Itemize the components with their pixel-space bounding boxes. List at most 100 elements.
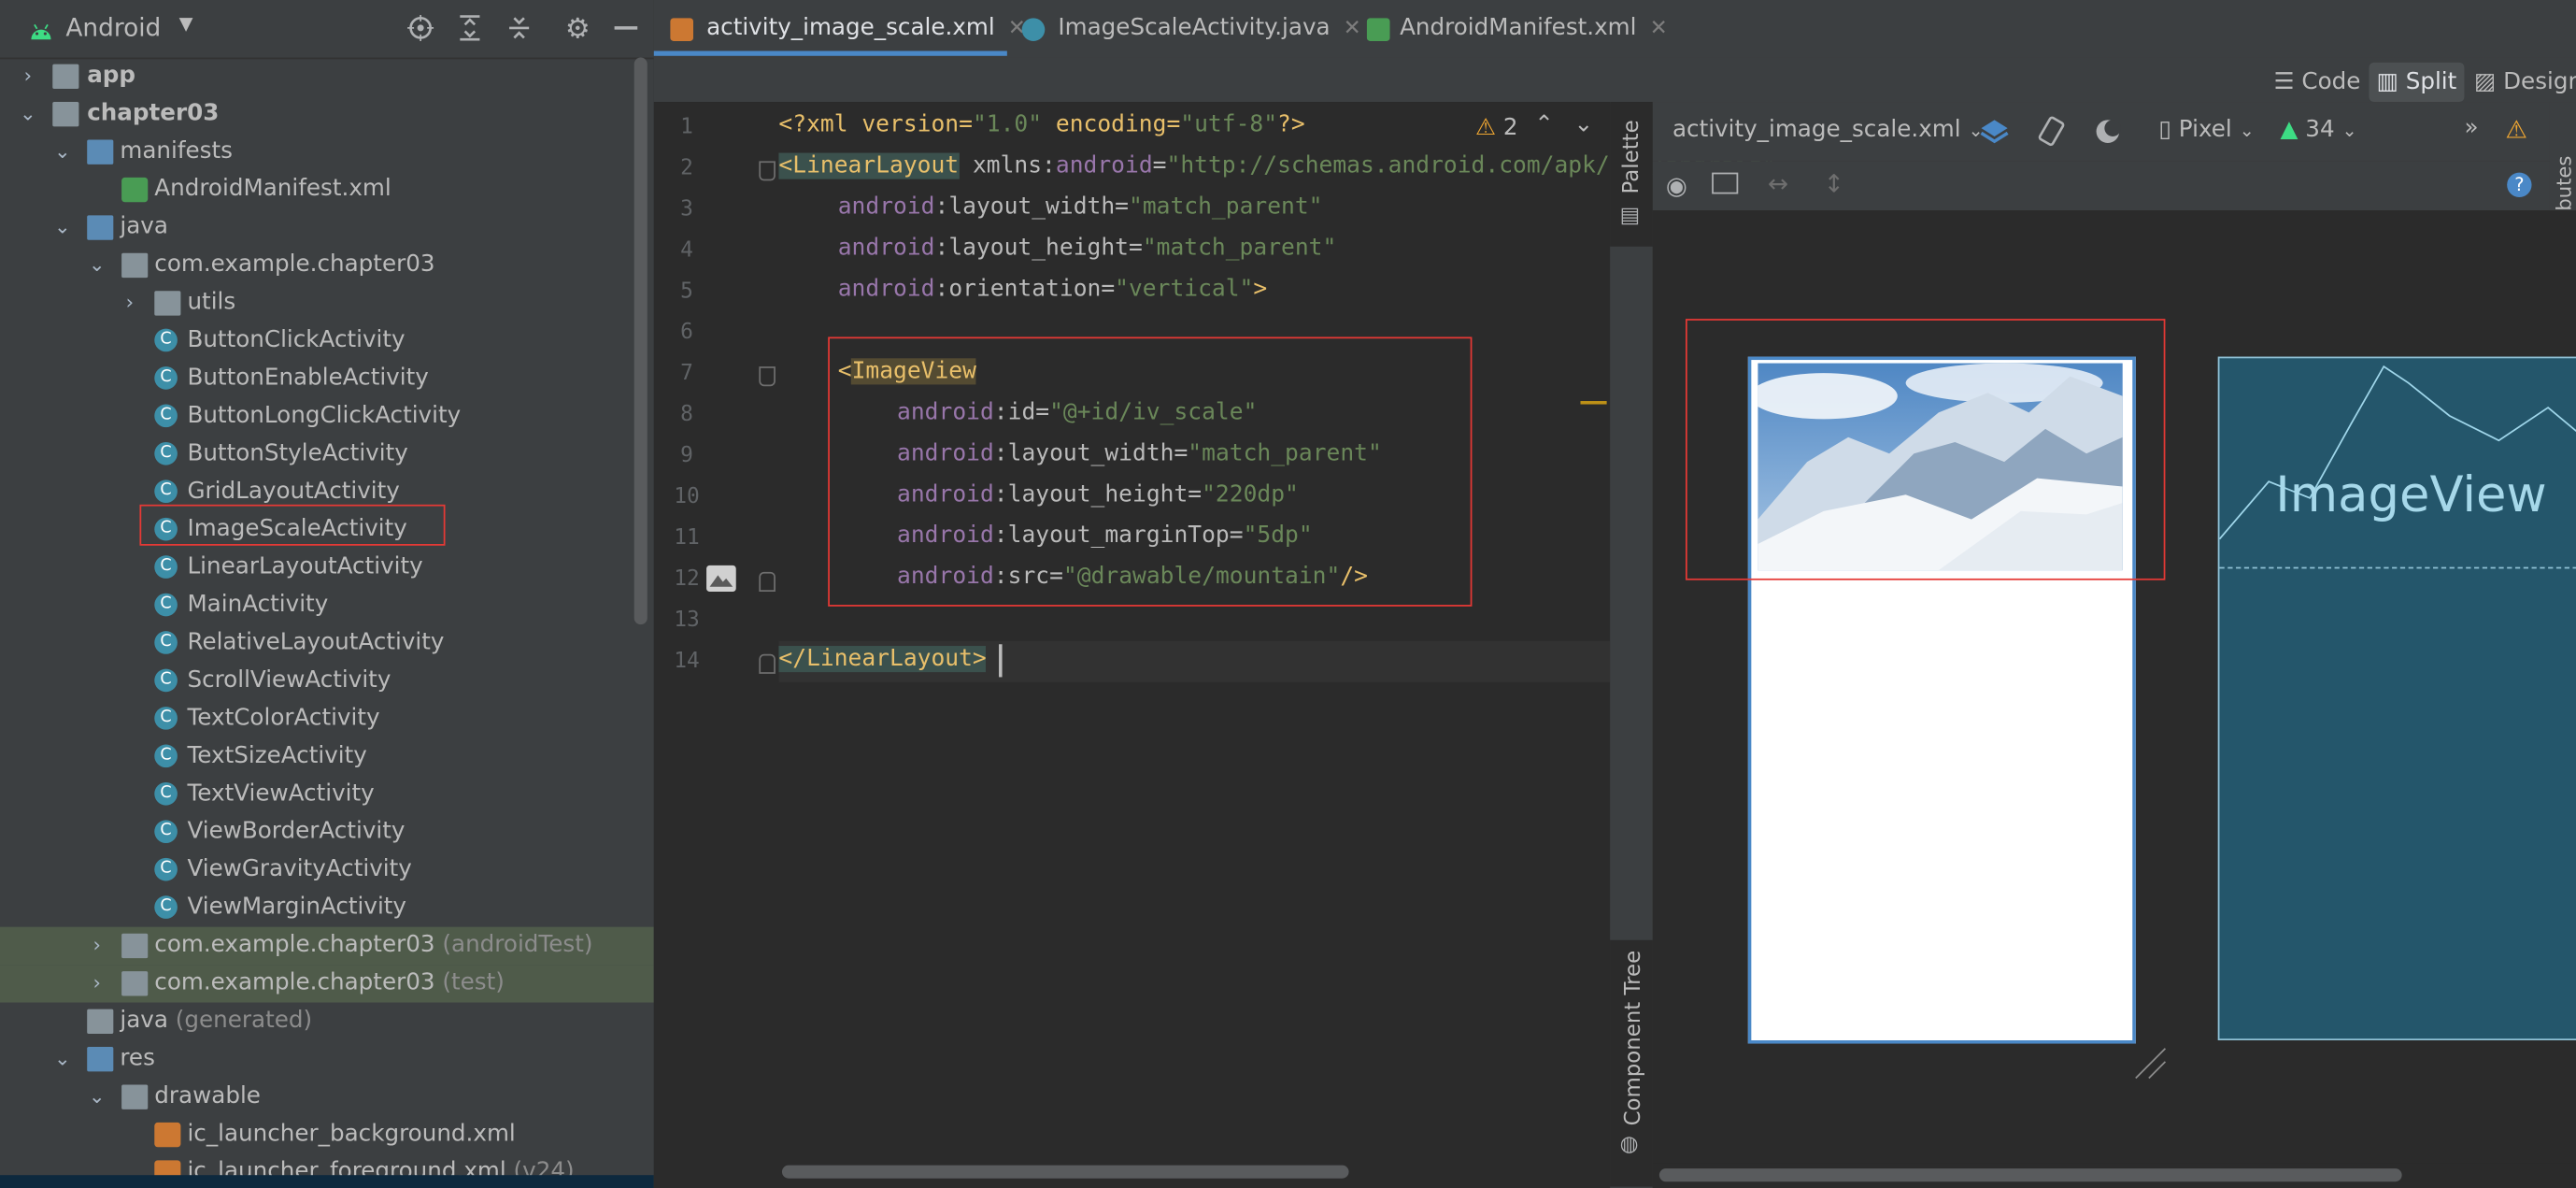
palette-icon: ▤ xyxy=(1619,204,1641,229)
project-scrollbar[interactable] xyxy=(633,57,648,625)
blueprint-image-view[interactable]: ImageView xyxy=(2218,358,2576,569)
tree-item-class[interactable]: C ButtonStyleActivity xyxy=(0,436,634,473)
tree-item-class[interactable]: C ViewBorderActivity xyxy=(0,813,634,851)
chevron-right-icon[interactable]: › xyxy=(119,284,142,322)
tab-activity-image-scale[interactable]: activity_image_scale.xml ✕ xyxy=(670,0,1026,58)
image-preview-icon[interactable] xyxy=(706,565,736,592)
palette-tab[interactable]: Palette ▤ xyxy=(1610,102,1653,247)
night-mode-icon[interactable] xyxy=(2093,115,2126,148)
collapse-all-icon[interactable] xyxy=(506,15,533,41)
class-icon xyxy=(1021,18,1046,41)
tree-item-label: app xyxy=(87,62,136,89)
layout-file-label: activity_image_scale.xml xyxy=(1672,116,1961,143)
fold-icon[interactable] xyxy=(759,366,776,387)
tree-item-package[interactable]: ⌄ com.example.chapter03 xyxy=(0,247,634,284)
api-level-label: 34 xyxy=(2305,116,2335,143)
chevron-down-icon[interactable]: ⌄ xyxy=(85,1078,108,1115)
close-icon[interactable]: ✕ xyxy=(1650,17,1668,41)
chevron-down-icon[interactable]: ⌄ xyxy=(51,208,75,246)
more-icon[interactable]: » xyxy=(2464,115,2478,141)
tree-item-class[interactable]: C RelativeLayoutActivity xyxy=(0,624,634,662)
device-dropdown[interactable]: ▯ Pixel ⌄ xyxy=(2158,117,2254,143)
fold-icon[interactable] xyxy=(759,161,776,181)
tree-item-class[interactable]: C ButtonEnableActivity xyxy=(0,360,634,397)
tree-item-class[interactable]: C MainActivity xyxy=(0,587,634,624)
api-level-dropdown[interactable]: ▲ 34 ⌄ xyxy=(2281,117,2357,143)
chevron-right-icon[interactable]: › xyxy=(17,58,40,95)
chevron-down-icon[interactable]: ⌄ xyxy=(51,1040,75,1078)
tree-item-utils[interactable]: › utils xyxy=(0,284,634,322)
design-toolbar-secondary: ◉ ↔ ↕ ? xyxy=(1652,161,2576,212)
chevron-down-icon[interactable]: ▼ xyxy=(179,13,193,35)
code-token: = xyxy=(1152,152,1167,179)
tree-item-java-generated[interactable]: java (generated) xyxy=(0,1003,634,1040)
tree-item-label: TextColorActivity xyxy=(187,705,380,732)
code-token: :layout_width= xyxy=(934,193,1130,221)
tree-item-label: MainActivity xyxy=(187,591,329,619)
layers-icon[interactable] xyxy=(1978,115,2011,148)
code-token: </LinearLayout> xyxy=(778,646,987,673)
close-icon[interactable]: ✕ xyxy=(1344,17,1361,41)
class-icon: C xyxy=(154,668,178,693)
tree-item-java[interactable]: ⌄ java xyxy=(0,208,634,246)
tree-item-drawable[interactable]: ⌄ drawable xyxy=(0,1078,634,1115)
tree-item-class[interactable]: C TextColorActivity xyxy=(0,700,634,737)
tree-item-androidtest-package[interactable]: › com.example.chapter03 (androidTest) xyxy=(0,926,654,966)
design-mode-button[interactable]: ▨ Design xyxy=(2474,64,2576,101)
tree-item-class[interactable]: C ButtonLongClickActivity xyxy=(0,398,634,436)
code-editor[interactable]: 1 2 3 4 5 6 7 8 9 10 11 12 13 14 ⚠ 2 ⌃ ⌄… xyxy=(653,102,1776,1188)
fold-icon[interactable] xyxy=(759,653,776,674)
next-highlight-icon[interactable]: ⌄ xyxy=(1573,112,1593,138)
tab-android-manifest[interactable]: AndroidManifest.xml ✕ xyxy=(1366,0,1668,58)
tree-item-label: ScrollViewActivity xyxy=(187,666,391,694)
blueprint-preview[interactable]: ImageView xyxy=(2217,356,2576,1041)
tab-image-scale-activity[interactable]: ImageScaleActivity.java ✕ xyxy=(1021,0,1361,58)
chevron-down-icon[interactable]: ⌄ xyxy=(51,133,75,170)
tree-item-class[interactable]: C TextViewActivity xyxy=(0,776,634,813)
tree-item-class[interactable]: C LinearLayoutActivity xyxy=(0,549,634,586)
tree-item-app[interactable]: › app xyxy=(0,58,634,95)
canvas-horizontal-scrollbar[interactable] xyxy=(1658,1168,2402,1182)
fold-icon[interactable] xyxy=(759,571,776,592)
warning-icon[interactable]: ⚠ xyxy=(2505,115,2527,145)
code-mode-button[interactable]: ☰ Code xyxy=(2273,64,2360,101)
layout-file-dropdown[interactable]: activity_image_scale.xml ⌄ xyxy=(1672,117,1984,143)
orientation-icon[interactable] xyxy=(2034,115,2067,148)
chevron-down-icon[interactable]: ⌄ xyxy=(85,247,108,284)
previous-highlight-icon[interactable]: ⌃ xyxy=(1534,112,1554,138)
chevron-right-icon[interactable]: › xyxy=(85,965,108,1002)
warning-indicator[interactable]: ⚠ 2 xyxy=(1475,115,1518,141)
tree-item-androidmanifest[interactable]: AndroidManifest.xml xyxy=(0,171,634,208)
generated-folder-icon xyxy=(87,1009,114,1034)
tree-item-class[interactable]: C ViewGravityActivity xyxy=(0,852,634,889)
tree-item-suffix: (androidTest) xyxy=(442,931,593,959)
chevron-right-icon[interactable]: › xyxy=(85,927,108,965)
project-view-selector[interactable]: Android xyxy=(65,13,161,43)
tree-item-xml-file[interactable]: ic_launcher_background.xml xyxy=(0,1116,634,1153)
component-tree-tab[interactable]: Component Tree ◍ xyxy=(1610,939,1653,1187)
viewport-icon[interactable] xyxy=(1712,172,1739,194)
resize-handle-icon[interactable] xyxy=(2132,1045,2169,1081)
highlight-box xyxy=(828,336,1473,607)
split-mode-button[interactable]: ▥ Split xyxy=(2369,62,2465,103)
chevron-down-icon[interactable]: ⌄ xyxy=(17,95,40,133)
eye-icon[interactable]: ◉ xyxy=(1666,171,1687,201)
expand-all-icon[interactable] xyxy=(457,15,483,41)
tree-item-class[interactable]: C ButtonClickActivity xyxy=(0,322,634,360)
tree-item-class[interactable]: C ScrollViewActivity xyxy=(0,663,634,700)
help-icon[interactable]: ? xyxy=(2507,172,2532,197)
tree-item-label: ButtonEnableActivity xyxy=(187,365,429,392)
tree-item-label: TextSizeActivity xyxy=(187,742,367,769)
tree-item-class[interactable]: C ViewMarginActivity xyxy=(0,889,634,926)
tree-item-manifests[interactable]: ⌄ manifests xyxy=(0,133,634,170)
tree-item-test-package[interactable]: › com.example.chapter03 (test) xyxy=(0,965,654,1003)
editor-horizontal-scrollbar[interactable] xyxy=(781,1165,1349,1179)
design-canvas[interactable]: ImageView xyxy=(1652,210,2576,1164)
tree-item-res[interactable]: ⌄ res xyxy=(0,1040,634,1078)
tree-item-class[interactable]: C TextSizeActivity xyxy=(0,737,634,775)
tree-item-label: chapter03 xyxy=(87,100,220,127)
minimize-icon[interactable] xyxy=(614,26,638,30)
gear-icon[interactable]: ⚙ xyxy=(565,13,591,46)
tree-item-chapter03[interactable]: ⌄ chapter03 xyxy=(0,95,634,133)
locate-icon[interactable] xyxy=(407,14,434,41)
